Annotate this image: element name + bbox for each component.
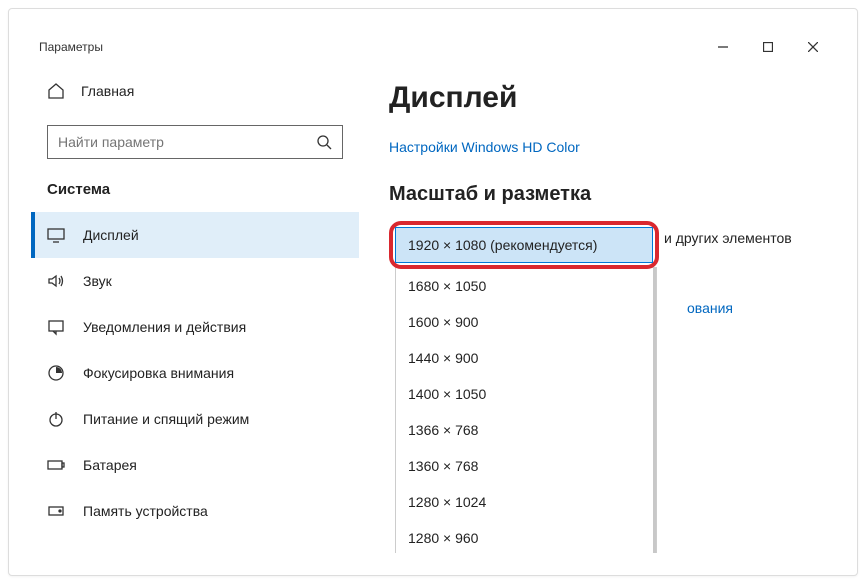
nav-list: Дисплей Звук Уведомления и действия Фоку… <box>31 212 359 553</box>
resolution-option[interactable]: 1360 × 768 <box>396 448 656 484</box>
nav-label: Уведомления и действия <box>83 319 246 335</box>
search-icon <box>316 134 332 150</box>
storage-icon <box>47 502 65 520</box>
search-wrap <box>31 125 359 159</box>
resolution-option[interactable]: 1366 × 768 <box>396 412 656 448</box>
battery-icon <box>47 456 65 474</box>
nav-label: Батарея <box>83 457 137 473</box>
page-title: Дисплей <box>389 81 815 115</box>
power-icon <box>47 410 65 428</box>
nav-item-storage[interactable]: Память устройства <box>31 488 359 534</box>
resolution-option-selected[interactable]: 1920 × 1080 (рекомендуется) <box>395 227 653 263</box>
settings-window: Параметры Главная Система Ди <box>31 31 835 553</box>
close-button[interactable] <box>790 31 835 63</box>
titlebar: Параметры <box>31 31 835 63</box>
nav-item-battery[interactable]: Батарея <box>31 442 359 488</box>
nav-item-sound[interactable]: Звук <box>31 258 359 304</box>
notifications-icon <box>47 318 65 336</box>
focus-icon <box>47 364 65 382</box>
resolution-option[interactable]: 1280 × 1024 <box>396 484 656 520</box>
resolution-listbox[interactable]: 1680 × 1050 1600 × 900 1440 × 900 1400 ×… <box>395 267 657 553</box>
scale-text-fragment: и других элементов <box>664 230 792 246</box>
nav-item-focus[interactable]: Фокусировка внимания <box>31 350 359 396</box>
window-controls <box>700 31 835 63</box>
search-input[interactable] <box>58 134 316 150</box>
resolution-option[interactable]: 1440 × 900 <box>396 340 656 376</box>
hd-color-link[interactable]: Настройки Windows HD Color <box>389 139 580 155</box>
maximize-button[interactable] <box>745 31 790 63</box>
outer-frame: Параметры Главная Система Ди <box>8 8 858 576</box>
nav-label: Дисплей <box>83 227 139 243</box>
resolution-dropdown: 1920 × 1080 (рекомендуется) 1680 × 1050 … <box>389 221 659 553</box>
resolution-option[interactable]: 1400 × 1050 <box>396 376 656 412</box>
resolution-option[interactable]: 1280 × 960 <box>396 520 656 553</box>
advanced-link-fragment[interactable]: ования <box>687 300 733 316</box>
highlight-annotation: 1920 × 1080 (рекомендуется) <box>389 221 659 269</box>
nav-item-display[interactable]: Дисплей <box>31 212 359 258</box>
display-icon <box>47 226 65 244</box>
resolution-option[interactable]: 1680 × 1050 <box>396 268 656 304</box>
main-panel: Дисплей Настройки Windows HD Color Масшт… <box>359 63 835 553</box>
nav-label: Память устройства <box>83 503 208 519</box>
search-box[interactable] <box>47 125 343 159</box>
category-title: Система <box>31 181 359 198</box>
sound-icon <box>47 272 65 290</box>
window-body: Главная Система Дисплей Звук <box>31 63 835 553</box>
nav-item-notifications[interactable]: Уведомления и действия <box>31 304 359 350</box>
nav-label: Питание и спящий режим <box>83 411 249 427</box>
resolution-option[interactable]: 1600 × 900 <box>396 304 656 340</box>
nav-label: Фокусировка внимания <box>83 365 234 381</box>
sidebar: Главная Система Дисплей Звук <box>31 63 359 553</box>
home-label: Главная <box>81 83 134 99</box>
home-icon <box>47 82 65 100</box>
section-heading: Масштаб и разметка <box>389 183 815 206</box>
nav-label: Звук <box>83 273 112 289</box>
window-title: Параметры <box>39 40 103 54</box>
minimize-button[interactable] <box>700 31 745 63</box>
home-link[interactable]: Главная <box>31 71 359 111</box>
nav-item-power[interactable]: Питание и спящий режим <box>31 396 359 442</box>
